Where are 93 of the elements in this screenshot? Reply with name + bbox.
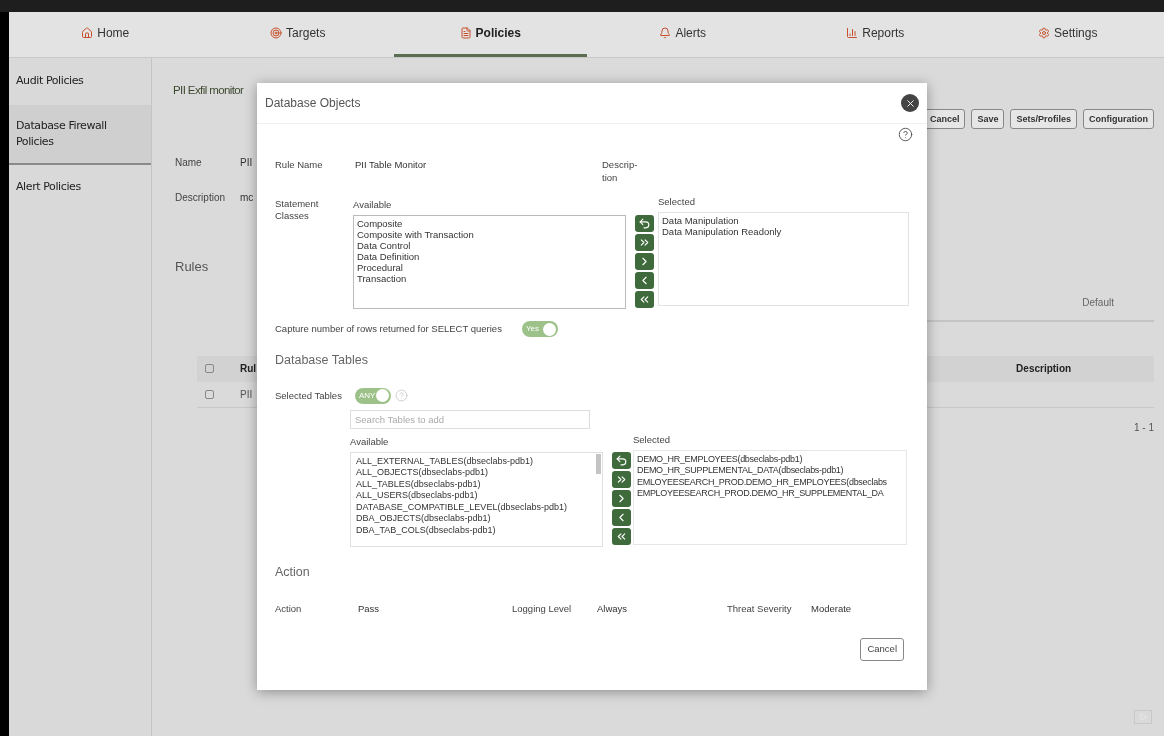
list-item[interactable]: ALL_OBJECTS(dbseclabs-pdb1) — [356, 467, 602, 479]
field-label: Description — [175, 191, 227, 206]
field-label: Logging Level — [512, 601, 573, 616]
undo-icon — [638, 217, 651, 230]
target-icon — [270, 27, 283, 39]
transfer-button[interactable] — [612, 508, 631, 526]
toolbar-button[interactable]: Save — [971, 109, 1005, 130]
field-value: Always — [597, 601, 628, 616]
field-label: Name — [175, 156, 203, 171]
list-item[interactable]: EMLOYEESEARCH_PROD.DEMO_HR_EMPLOYEES(dbseclabs — [637, 476, 906, 489]
bar-chart-icon — [846, 27, 859, 39]
nav-tab[interactable]: Alerts — [586, 12, 779, 57]
list-item[interactable]: Composite — [357, 218, 622, 229]
list-item[interactable]: ALL_EXTERNAL_TABLES(dbseclabs-pdb1) — [356, 455, 602, 468]
bell-icon — [659, 27, 672, 39]
policy-title: PII Exfil monitor — [173, 83, 244, 98]
column-header: Rul — [240, 362, 257, 377]
house-icon — [81, 27, 94, 39]
field-value: PII Table Monitor — [355, 158, 428, 172]
list-item[interactable]: DBA_TAB_COLS(dbseclabs-pdb1) — [356, 524, 602, 537]
list-item[interactable]: DATABASE_COMPATIBLE_LEVEL(dbseclabs-pdb1) — [356, 501, 602, 514]
checkbox[interactable] — [205, 364, 214, 374]
transfer-button[interactable] — [635, 215, 654, 232]
nav-tab[interactable]: Targets — [201, 12, 394, 57]
sidebar-item[interactable]: Alert Policies — [9, 165, 151, 209]
transfer-button[interactable] — [635, 234, 654, 251]
available-list[interactable]: Composite Composite with Transaction Data Control Data Definition Procedural Transaction — [353, 215, 626, 309]
field-label: Threat Severity — [727, 601, 793, 616]
list-item[interactable]: ALL_TABLES(dbseclabs-pdb1) — [356, 478, 602, 491]
selected-list[interactable]: DEMO_HR_EMPLOYEES(dbseclabs-pdb1) DEMO_HR_SUPPLEMENTAL_DATA(dbseclabs-pdb1) EMLOYEESEARCH_PROD.DEMO_HR_EMPLOYEES(dbseclabs EMPLOYEESEARCH_PROD.DEMO_HR_SUPPLEMENTAL_DA — [633, 449, 907, 545]
column-header: Description — [1016, 362, 1072, 377]
list-item[interactable]: DEMO_HR_EMPLOYEES(dbseclabs-pdb1) — [637, 453, 906, 466]
checkbox[interactable] — [205, 389, 214, 399]
list-item[interactable]: Procedural — [357, 262, 622, 273]
transfer-button[interactable] — [612, 470, 631, 488]
transfer-button[interactable] — [612, 527, 631, 545]
search-field[interactable]: Search Tables to add — [350, 409, 590, 429]
list-label: Available — [353, 198, 393, 212]
tab[interactable]: Default — [1082, 294, 1114, 310]
list-item[interactable]: Composite with Transaction — [357, 229, 622, 240]
sidebar-item[interactable]: Audit Policies — [9, 58, 151, 105]
pagination-text: 1 - 1 — [1134, 420, 1154, 435]
transfer-button[interactable] — [635, 272, 654, 289]
double-chevron-left-icon — [638, 293, 651, 306]
transfer-button[interactable] — [612, 489, 631, 507]
close-icon — [904, 97, 916, 109]
field-value: Moderate — [811, 601, 852, 616]
transfer-button[interactable] — [612, 451, 631, 469]
nav-tab[interactable]: Settings — [971, 12, 1164, 57]
section-heading: Action — [275, 563, 310, 581]
close-button[interactable] — [901, 94, 919, 112]
list-item[interactable]: DBA_OBJECTS(dbseclabs-pdb1) — [356, 513, 602, 525]
field-value: PII — [240, 156, 253, 171]
list-item[interactable]: ALL_USERS(dbseclabs-pdb1) — [356, 490, 602, 502]
sidebar-item[interactable]: Database Firewall Policies — [9, 105, 151, 165]
nav-tab[interactable]: Reports — [779, 12, 972, 57]
dialog-title: Database Objects — [265, 95, 361, 112]
transfer-button[interactable] — [635, 253, 654, 270]
help-icon[interactable] — [898, 127, 913, 142]
selected-list[interactable]: Data Manipulation Data Manipulation Readonly — [658, 212, 909, 306]
list-item[interactable]: EMPLOYEESEARCH_PROD.DEMO_HR_SUPPLEMENTAL_DA — [637, 488, 906, 500]
toolbar-button[interactable]: Configuration — [1083, 109, 1154, 130]
section-heading: Rules — [175, 258, 209, 277]
field-label: Statement Classes — [275, 198, 320, 222]
undo-icon — [615, 453, 628, 467]
field-label: Rule Name — [275, 158, 324, 172]
table-cell-text: PII — [240, 387, 253, 402]
field-value: Pass — [358, 601, 380, 616]
nav-tab[interactable]: Home — [9, 12, 202, 57]
list-label: Available — [350, 434, 390, 449]
field-label: Action — [275, 601, 303, 616]
cancel-button[interactable]: Cancel — [860, 637, 904, 661]
list-item[interactable]: Data Control — [357, 240, 622, 251]
list-item[interactable]: Data Manipulation Readonly — [662, 226, 905, 237]
field-label: Selected Tables — [275, 388, 343, 403]
scrollbar-thumb[interactable] — [596, 453, 601, 474]
section-heading: Database Tables — [275, 352, 368, 369]
document-icon — [459, 27, 472, 39]
transfer-button[interactable] — [635, 291, 654, 308]
gear-icon — [1038, 27, 1051, 39]
list-item[interactable]: DEMO_HR_SUPPLEMENTAL_DATA(dbseclabs-pdb1) — [637, 465, 906, 477]
field-value: mc — [240, 191, 254, 206]
nav-tab[interactable]: Policies — [394, 12, 587, 57]
available-list[interactable] — [350, 451, 603, 547]
list-item[interactable]: Transaction — [357, 273, 622, 284]
list-label: Selected — [633, 432, 671, 447]
toolbar-button[interactable]: Sets/Profiles — [1010, 109, 1077, 130]
list-label: Selected — [658, 195, 696, 209]
list-item[interactable]: Data Manipulation — [662, 215, 905, 226]
list-item[interactable]: Data Definition — [357, 251, 622, 262]
field-label: Descrip-tion — [602, 158, 639, 184]
capture-label: Capture number of rows returned for SELECT queries — [275, 321, 502, 336]
double-chevron-right-icon — [638, 236, 651, 249]
